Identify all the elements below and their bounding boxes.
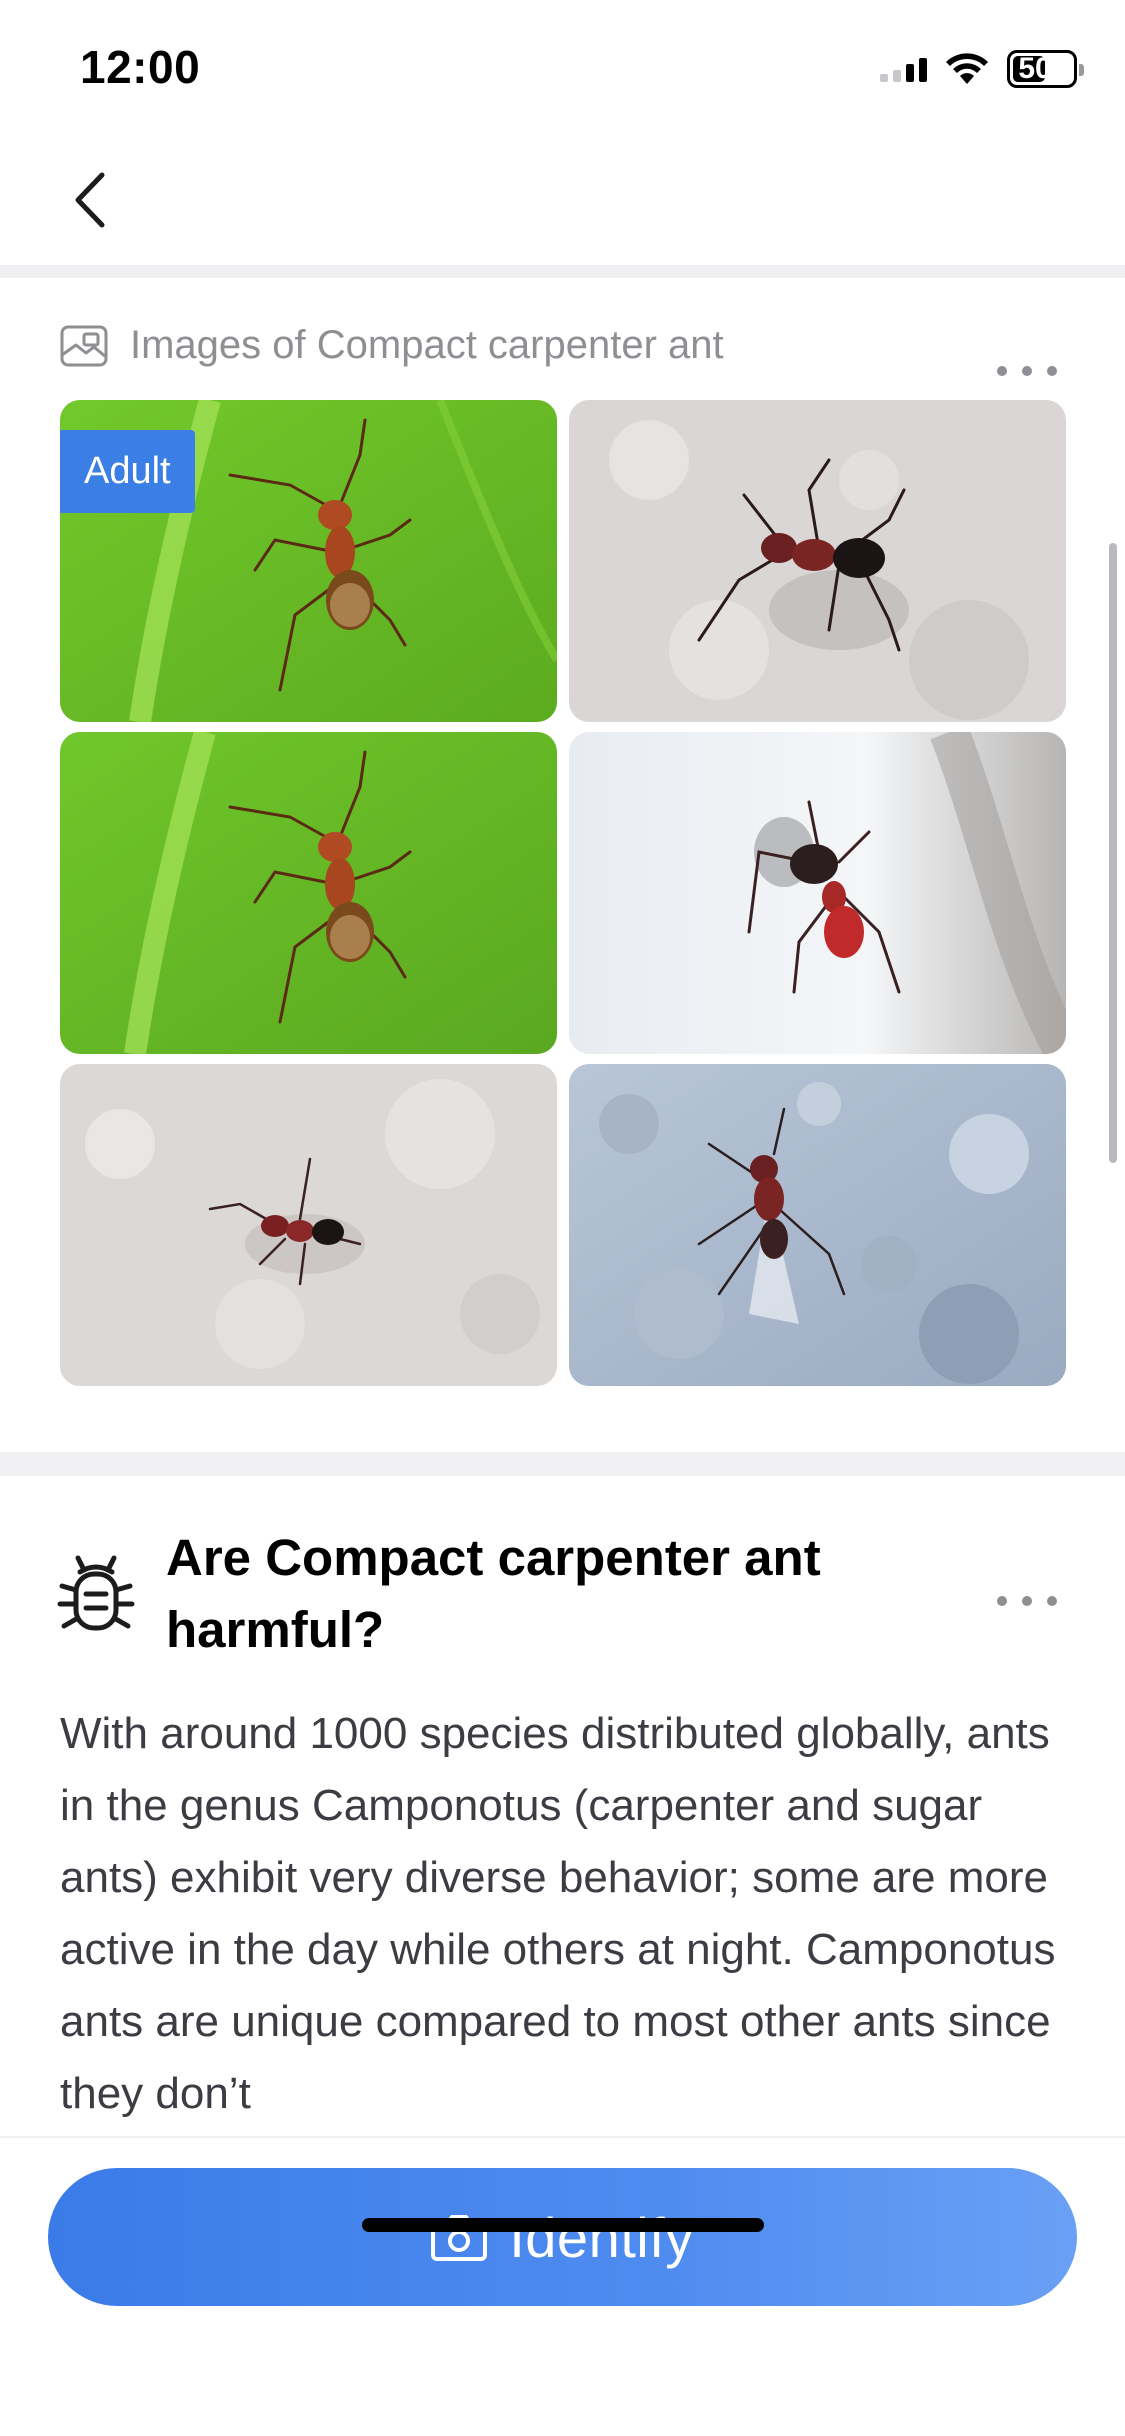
chevron-left-icon (75, 172, 105, 228)
images-section: Images of Compact carpenter ant Adult (0, 278, 1125, 1448)
images-section-title: Images of Compact carpenter ant (130, 323, 724, 367)
images-section-header: Images of Compact carpenter ant (60, 323, 724, 368)
ant-image-tile[interactable] (60, 732, 557, 1054)
ant-image-tile[interactable] (569, 1064, 1066, 1386)
harmful-section-body: With around 1000 species distributed glo… (60, 1709, 1056, 2118)
image-gallery-icon (60, 325, 108, 366)
status-bar: 12:00 50 (0, 0, 1125, 135)
life-stage-badge: Adult (60, 430, 195, 513)
home-indicator[interactable] (362, 2218, 764, 2232)
image-grid: Adult (60, 400, 1066, 1386)
back-button[interactable] (60, 165, 120, 235)
identify-button[interactable]: Identify (48, 2168, 1077, 2306)
more-dot-icon (997, 1596, 1007, 1606)
harmful-section-title: Are Compact carpenter ant harmful? (166, 1529, 821, 1658)
wifi-icon (946, 53, 988, 84)
ant-image-tile[interactable]: Adult (60, 400, 557, 722)
more-dot-icon (997, 366, 1007, 376)
bottom-bar: Identify (0, 2136, 1125, 2436)
identify-label: Identify (509, 2205, 694, 2269)
ant-image-tile[interactable] (569, 732, 1066, 1054)
ant-on-surface-image (569, 732, 1066, 1054)
status-time: 12:00 (80, 41, 201, 93)
ant-image-tile[interactable] (569, 400, 1066, 722)
harmful-more-button[interactable] (997, 1586, 1057, 1616)
battery-icon: 50 (1007, 50, 1084, 88)
battery-level: 50 (1018, 52, 1052, 85)
images-more-button[interactable] (997, 356, 1057, 386)
ant-on-leaf-image (60, 732, 557, 1054)
harmful-section: Are Compact carpenter ant harmful? With … (0, 1476, 1125, 2136)
cellular-signal-icon (880, 56, 927, 82)
winged-ant-image (569, 1064, 1066, 1386)
divider (0, 1452, 1125, 1476)
ant-on-wall-image (60, 1064, 557, 1386)
status-indicators: 50 (880, 48, 1084, 90)
scrollbar[interactable] (1109, 543, 1117, 1163)
bug-icon (57, 1555, 135, 1631)
nav-bar (0, 135, 1125, 265)
ant-image-tile[interactable] (60, 1064, 557, 1386)
divider (0, 265, 1125, 278)
ant-on-wall-image (569, 400, 1066, 722)
